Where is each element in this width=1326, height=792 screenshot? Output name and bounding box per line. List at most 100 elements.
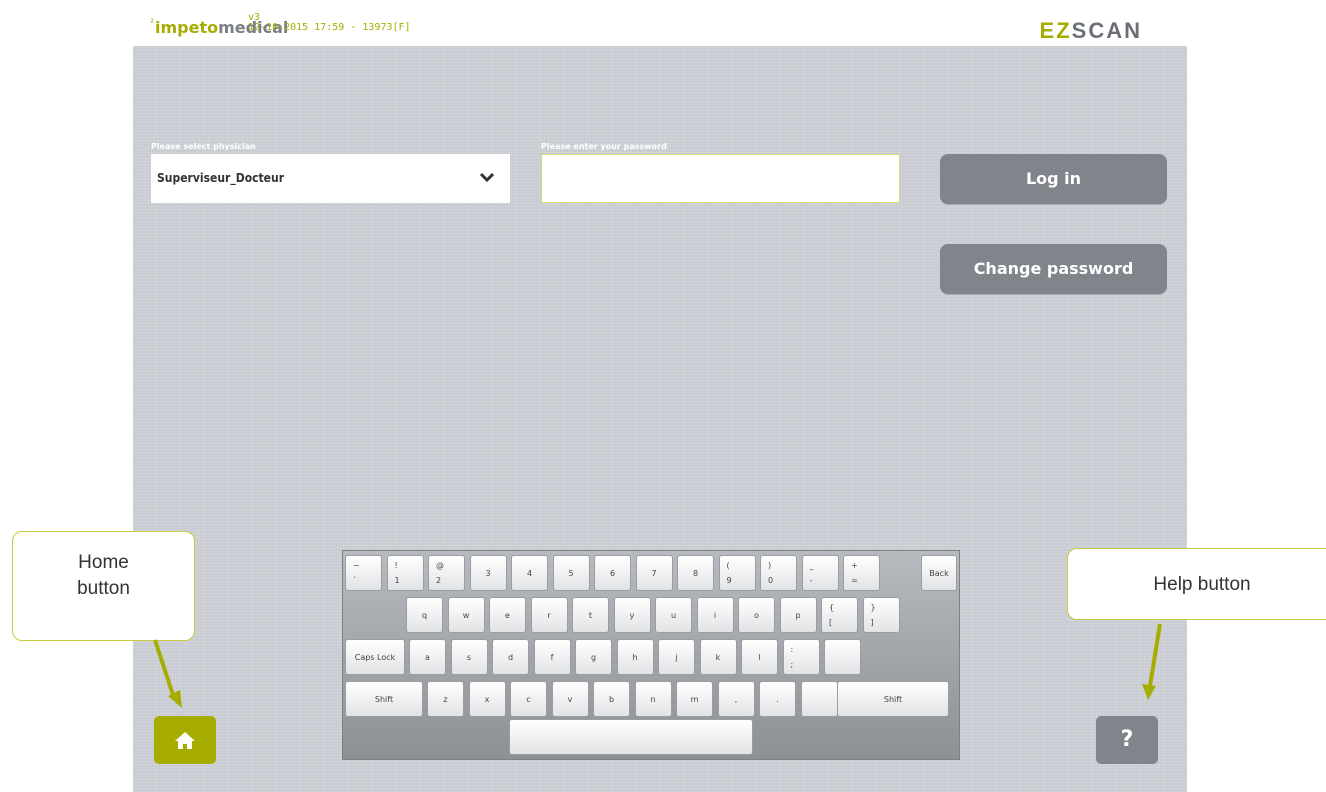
keyboard-key[interactable]: 8 bbox=[677, 555, 714, 591]
keyboard-key[interactable]: }] bbox=[862, 597, 900, 633]
change-password-button[interactable]: Change password bbox=[940, 244, 1167, 294]
password-input[interactable] bbox=[541, 154, 900, 203]
keyboard-key[interactable]: :; bbox=[782, 639, 820, 675]
space-bar[interactable] bbox=[509, 719, 753, 755]
key-label-top: ~ bbox=[353, 561, 360, 570]
help-button[interactable]: ? bbox=[1096, 716, 1158, 764]
key-label-bottom: 1 bbox=[394, 576, 400, 585]
keyboard-key[interactable]: d bbox=[492, 639, 529, 675]
key-label-top: : bbox=[790, 645, 794, 654]
keyboard-key[interactable]: , bbox=[717, 681, 755, 717]
keyboard-key[interactable]: v bbox=[551, 681, 589, 717]
key-label: 6 bbox=[609, 569, 616, 578]
key-label: s bbox=[466, 653, 472, 662]
password-label: Please enter your password bbox=[541, 142, 667, 151]
keyboard-key-blank[interactable] bbox=[824, 639, 861, 675]
key-label-top: ! bbox=[394, 561, 398, 570]
keyboard-key[interactable]: g bbox=[575, 639, 612, 675]
keyboard-key[interactable]: u bbox=[655, 597, 692, 633]
keyboard-key[interactable]: l bbox=[741, 639, 778, 675]
keyboard-key[interactable]: b bbox=[593, 681, 630, 717]
key-label-bottom: 2 bbox=[436, 576, 442, 585]
keyboard-key[interactable]: ) 0 bbox=[760, 555, 797, 591]
key-label: w bbox=[462, 611, 470, 620]
keyboard-key[interactable]: x bbox=[468, 681, 506, 717]
keyboard-key[interactable]: q bbox=[406, 597, 443, 633]
key-label: 3 bbox=[485, 569, 491, 578]
keyboard-key-blank[interactable] bbox=[800, 681, 838, 717]
key-label: n bbox=[650, 695, 656, 704]
home-callout: Home button bbox=[12, 531, 195, 641]
home-callout-line2: button bbox=[77, 578, 130, 599]
keyboard-key[interactable]: o bbox=[738, 597, 775, 633]
key-label-bottom: [ bbox=[829, 618, 833, 627]
keyboard-key[interactable]: 6 bbox=[594, 555, 631, 591]
keyboard-key[interactable]: _ - bbox=[801, 555, 839, 591]
login-button[interactable]: Log in bbox=[940, 154, 1167, 204]
chevron-down-icon bbox=[480, 172, 494, 183]
key-label: , bbox=[734, 695, 738, 704]
keyboard-key[interactable]: r bbox=[530, 597, 568, 633]
key-label: Shift bbox=[374, 695, 394, 704]
key-label: 5 bbox=[568, 569, 574, 578]
keyboard-key[interactable]: . bbox=[759, 681, 796, 717]
key-label-bottom: = bbox=[851, 576, 858, 585]
keyboard-key[interactable]: y bbox=[613, 597, 651, 633]
key-label: p bbox=[795, 611, 801, 620]
keyboard-key[interactable]: z bbox=[427, 681, 464, 717]
keyboard-key[interactable]: m bbox=[676, 681, 713, 717]
keyboard-key[interactable]: @2 bbox=[428, 555, 465, 591]
keyboard-key[interactable]: 3 bbox=[469, 555, 507, 591]
caps-lock-key[interactable]: Caps Lock bbox=[345, 639, 405, 675]
keyboard-key[interactable]: i bbox=[696, 597, 734, 633]
key-label-top: _ bbox=[809, 561, 814, 570]
keyboard-key[interactable]: e bbox=[489, 597, 526, 633]
key-label: t bbox=[588, 611, 593, 620]
key-label: 7 bbox=[651, 569, 657, 578]
keyboard-key[interactable]: p bbox=[779, 597, 817, 633]
physician-select[interactable]: Superviseur_Docteur bbox=[151, 154, 510, 203]
key-label: l bbox=[758, 653, 761, 662]
keyboard-key[interactable]: + = bbox=[843, 555, 880, 591]
physician-label: Please select physician bbox=[151, 142, 256, 151]
keyboard-key[interactable]: 4 bbox=[511, 555, 548, 591]
key-label: Back bbox=[929, 569, 949, 578]
key-label-bottom: 0 bbox=[768, 576, 774, 585]
right-shift-key[interactable]: Shift bbox=[837, 681, 949, 717]
key-label: j bbox=[675, 653, 678, 662]
back-key[interactable]: Back bbox=[921, 555, 957, 591]
key-label-top: ( bbox=[726, 561, 730, 570]
home-button[interactable] bbox=[154, 716, 216, 764]
keyboard-key[interactable]: a bbox=[409, 639, 446, 675]
keyboard-key[interactable]: 7 bbox=[635, 555, 673, 591]
keyboard-key[interactable]: t bbox=[572, 597, 609, 633]
keyboard-key[interactable]: h bbox=[616, 639, 654, 675]
keyboard-key[interactable]: c bbox=[510, 681, 547, 717]
keyboard-key[interactable]: f bbox=[533, 639, 571, 675]
keyboard-key[interactable]: s bbox=[450, 639, 488, 675]
key-label-bottom: ; bbox=[790, 660, 794, 669]
key-label: Caps Lock bbox=[354, 653, 396, 662]
keyboard-key[interactable]: 5 bbox=[552, 555, 590, 591]
key-label: r bbox=[547, 611, 551, 620]
keyboard-key[interactable]: w bbox=[447, 597, 485, 633]
physician-value: Superviseur_Docteur bbox=[157, 171, 285, 185]
datetime-label: 12-10-2015 17:59 - 13973[F] bbox=[248, 22, 411, 33]
key-label: 8 bbox=[692, 569, 699, 578]
keyboard-key[interactable]: (9 bbox=[718, 555, 756, 591]
keyboard-key[interactable]: n bbox=[634, 681, 672, 717]
keyboard-key[interactable]: k bbox=[699, 639, 737, 675]
key-label: v bbox=[567, 695, 573, 704]
left-shift-key[interactable]: Shift bbox=[345, 681, 423, 717]
keyboard-key[interactable]: ! 1 bbox=[386, 555, 424, 591]
brand-superscript: ² bbox=[150, 18, 155, 29]
keyboard-key[interactable]: j bbox=[658, 639, 695, 675]
keyboard-key[interactable]: ~ ` bbox=[345, 555, 382, 591]
key-label: f bbox=[550, 653, 554, 662]
header: ²impetomedical v3 12-10-2015 17:59 - 139… bbox=[0, 0, 1326, 46]
key-label-top: + bbox=[851, 561, 858, 570]
keyboard-key[interactable]: {[ bbox=[821, 597, 858, 633]
key-label-bottom: ` bbox=[353, 576, 357, 585]
key-label: a bbox=[425, 653, 430, 662]
key-label-top: ) bbox=[768, 561, 772, 570]
